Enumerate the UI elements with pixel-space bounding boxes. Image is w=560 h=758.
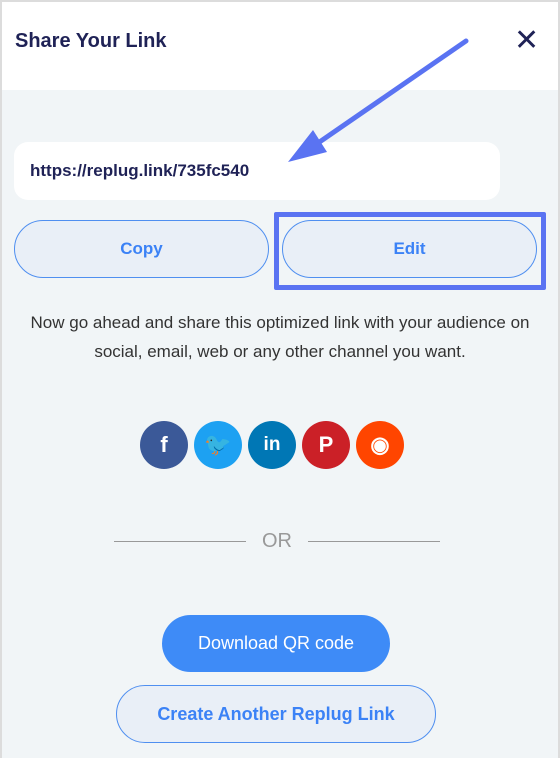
highlight-annotation-box [274, 212, 546, 290]
share-description: Now go ahead and share this optimized li… [30, 313, 530, 361]
share-link-modal: Share Your Link ✕ https://replug.link/73… [2, 2, 558, 758]
close-icon[interactable]: ✕ [514, 26, 539, 56]
download-qr-button[interactable]: Download QR code [162, 615, 390, 672]
modal-header: Share Your Link ✕ [2, 2, 558, 90]
or-label: OR [262, 530, 292, 552]
divider-line [308, 541, 440, 542]
pinterest-icon[interactable]: P [302, 421, 350, 469]
create-another-link-button[interactable]: Create Another Replug Link [116, 685, 436, 743]
modal-title: Share Your Link [15, 30, 167, 52]
linkedin-icon[interactable]: in [248, 421, 296, 469]
social-share-icons: f 🐦 in P ◉ [140, 421, 404, 469]
copy-button[interactable]: Copy [14, 220, 269, 278]
twitter-icon[interactable]: 🐦 [194, 421, 242, 469]
divider-line [114, 541, 246, 542]
link-field[interactable]: https://replug.link/735fc540 [14, 142, 500, 200]
or-divider: OR [114, 530, 440, 553]
reddit-icon[interactable]: ◉ [356, 421, 404, 469]
facebook-icon[interactable]: f [140, 421, 188, 469]
